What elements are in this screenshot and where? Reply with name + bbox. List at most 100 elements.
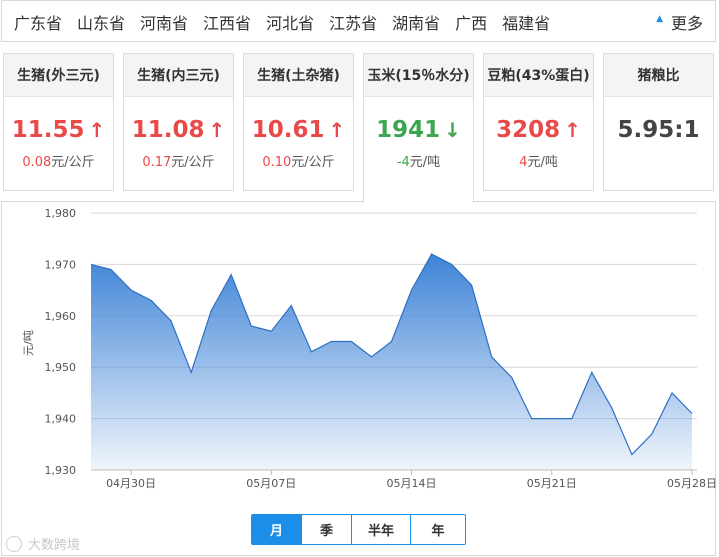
card-change-unit: 元/公斤 [291, 155, 335, 170]
arrow-up-icon: ↑ [328, 118, 346, 142]
data-point [611, 407, 613, 409]
watermark: 大数跨境 [6, 534, 80, 553]
data-point [411, 289, 413, 291]
province-item[interactable]: 河北省 [266, 10, 314, 34]
x-tick-label: 05月28日 [667, 477, 717, 490]
province-item[interactable]: 山东省 [77, 10, 125, 34]
x-tick-label: 04月30日 [106, 477, 156, 490]
data-point [591, 371, 593, 373]
data-point [431, 253, 433, 255]
data-point [511, 377, 513, 379]
card-title: 猪粮比 [604, 54, 713, 97]
card-change-unit: 元/吨 [409, 155, 441, 170]
data-point [350, 341, 352, 343]
arrow-up-icon: ↑ [564, 118, 581, 142]
y-axis-label: 元/吨 [22, 330, 35, 356]
chart-panel: 1,930 1,940 1,950 1,960 1,970 1,980 元/吨 04月30日 0… [1, 201, 717, 556]
x-tick-label: 05月07日 [246, 477, 296, 490]
card-price-value: 5.95:1 [617, 117, 700, 143]
arrow-up-icon: ↑ [208, 118, 226, 142]
price-card[interactable]: 玉米(15％水分) 1941 ↓ -4元/吨 [363, 53, 474, 203]
province-item[interactable]: 湖南省 [392, 10, 440, 34]
data-point [270, 330, 272, 332]
data-point [391, 341, 393, 343]
card-change-unit: 元/吨 [527, 155, 558, 170]
tab-quarter[interactable]: 季 [301, 515, 351, 544]
more-label: 更多 [670, 14, 703, 33]
price-card[interactable]: 生猪(土杂猪) 10.61 ↑ 0.10元/公斤 [243, 53, 354, 191]
y-tick-label: 1,960 [45, 310, 77, 323]
card-title: 玉米(15％水分) [364, 54, 473, 97]
data-point [290, 305, 292, 307]
data-point [451, 263, 453, 265]
tab-month[interactable]: 月 [252, 515, 301, 544]
price-card[interactable]: 生猪(外三元) 11.55 ↑ 0.08元/公斤 [3, 53, 114, 191]
card-change: -4元/吨 [364, 151, 473, 170]
y-tick-label: 1,930 [45, 464, 77, 477]
card-price: 11.08 ↑ [124, 117, 233, 143]
province-item[interactable]: 江西省 [203, 10, 251, 34]
x-tick-label: 05月21日 [527, 477, 577, 490]
data-point [210, 310, 212, 312]
province-item[interactable]: 河南省 [140, 10, 188, 34]
data-point [310, 351, 312, 353]
y-tick-label: 1,980 [45, 207, 77, 220]
price-card[interactable]: 生猪(内三元) 11.08 ↑ 0.17元/公斤 [123, 53, 234, 191]
card-title: 生猪(内三元) [124, 54, 233, 97]
card-change: 0.17元/公斤 [124, 151, 233, 170]
price-chart: 1,930 1,940 1,950 1,960 1,970 1,980 元/吨 04月30日 0… [22, 207, 717, 490]
province-item[interactable]: 广东省 [14, 10, 62, 34]
card-change-unit: 元/公斤 [51, 155, 95, 170]
data-point [230, 274, 232, 276]
card-price-value: 11.55 [11, 117, 85, 143]
card-change: 0.10元/公斤 [244, 151, 353, 170]
card-change-value: -4 [396, 155, 410, 170]
data-point [651, 433, 653, 435]
card-price: 11.55 ↑ [4, 117, 113, 143]
data-point [130, 289, 132, 291]
card-change-value: 0.17 [142, 155, 172, 170]
tab-half-year[interactable]: 半年 [351, 515, 410, 544]
price-card[interactable]: 猪粮比 5.95:1 [603, 53, 714, 191]
card-title: 豆粕(43%蛋白) [484, 54, 593, 97]
data-point [551, 418, 553, 420]
province-item[interactable]: 广西 [455, 10, 487, 34]
card-price: 5.95:1 [604, 117, 713, 143]
data-point [330, 341, 332, 343]
data-point [190, 371, 192, 373]
watermark-text: 大数跨境 [28, 538, 81, 553]
card-change-unit: 元/公斤 [171, 155, 215, 170]
card-change: 4元/吨 [484, 151, 593, 170]
y-tick-label: 1,950 [45, 361, 77, 374]
card-change-value: 0.10 [262, 155, 292, 170]
period-tabs: 月季半年年 [251, 514, 466, 545]
data-point [170, 320, 172, 322]
card-price: 3208 ↑ [484, 117, 593, 143]
tab-year[interactable]: 年 [410, 515, 465, 544]
more-button[interactable]: ▲ 更多 [656, 1, 703, 43]
province-item[interactable]: 福建省 [502, 10, 550, 34]
data-point [491, 356, 493, 358]
data-point [250, 325, 252, 327]
data-point [90, 263, 92, 265]
card-price: 10.61 ↑ [244, 117, 353, 143]
arrow-down-icon: ↓ [444, 118, 461, 142]
card-title: 生猪(土杂猪) [244, 54, 353, 97]
data-point [531, 418, 533, 420]
card-price-value: 10.61 [251, 117, 325, 143]
data-point [671, 392, 673, 394]
data-point [110, 269, 112, 271]
price-area [91, 254, 692, 470]
y-tick-label: 1,940 [45, 413, 77, 426]
card-price-value: 3208 [496, 117, 561, 143]
province-list: 广东省 山东省 河南省 江西省 河北省 江苏省 湖南省 广西 福建省 [14, 1, 565, 43]
card-price-value: 1941 [376, 117, 441, 143]
watermark-logo-icon [6, 535, 22, 552]
x-tick-label: 05月14日 [387, 477, 437, 490]
province-item[interactable]: 江苏省 [329, 10, 377, 34]
price-card[interactable]: 豆粕(43%蛋白) 3208 ↑ 4元/吨 [483, 53, 594, 191]
caret-up-icon: ▲ [656, 14, 663, 24]
data-point [150, 299, 152, 301]
data-point [691, 413, 693, 415]
card-change: 0.08元/公斤 [4, 151, 113, 170]
